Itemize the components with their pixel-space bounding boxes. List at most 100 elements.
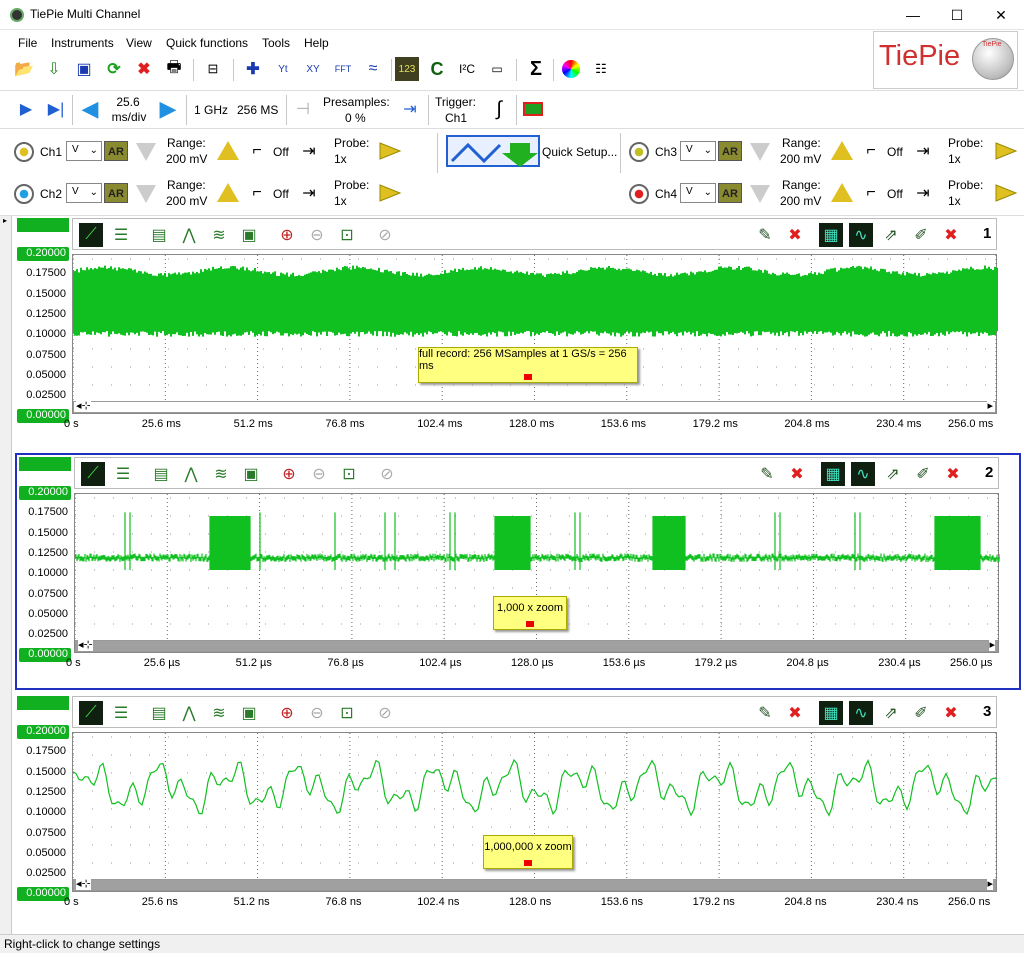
measure-icon[interactable]: ⋀ xyxy=(179,462,203,486)
channel-legend-icon[interactable]: ▦ xyxy=(821,462,845,486)
eraser-icon[interactable]: ✐ xyxy=(909,223,933,247)
zoom-fit-icon[interactable]: ⊡ xyxy=(337,462,361,486)
scope-panel-2[interactable]: ⟋ ☰ ▤ ⋀ ≋ ▣ ⊕ ⊖ ⊡ ⊘ ✎ ✖ ▦ ∿ ⇗ ✐ ✖ 2 1,000 x zoom ◂⊹ ▸ 0.20000… xyxy=(15,453,1021,690)
cursor-add-icon[interactable]: ✚ xyxy=(241,57,265,81)
refresh-icon[interactable]: ⟳ xyxy=(102,57,126,81)
menu-instruments[interactable]: Instruments xyxy=(51,36,114,50)
timebase-decrease-icon[interactable]: ◀ xyxy=(78,97,102,121)
waveform-icon[interactable]: ∿ xyxy=(851,462,875,486)
single-shot-icon[interactable]: ▶| xyxy=(44,97,68,121)
clear-comments-icon[interactable]: ✖ xyxy=(783,701,807,725)
presamples-increase-icon[interactable]: ⇥ xyxy=(398,97,422,121)
ch2-probe-icon[interactable] xyxy=(378,183,402,203)
yt-graph-icon[interactable]: ⟋ xyxy=(79,223,103,247)
export-icon[interactable]: ⇗ xyxy=(879,701,903,725)
scroll-left-icon[interactable]: ◂⊹ xyxy=(76,399,91,412)
zoom-fit-icon[interactable]: ⊡ xyxy=(335,701,359,725)
zoom-in-icon[interactable]: ⊕ xyxy=(275,223,299,247)
envelope-icon[interactable]: ≋ xyxy=(207,701,231,725)
ch1-filter-icon[interactable]: ⌐ xyxy=(245,139,269,163)
trigger-settings-icon[interactable] xyxy=(521,97,545,121)
waveform-icon[interactable]: ∿ xyxy=(849,701,873,725)
box-icon[interactable]: ▣ xyxy=(239,462,263,486)
ch1-probe-icon[interactable] xyxy=(378,141,402,161)
zoom-out-icon[interactable]: ⊖ xyxy=(307,462,331,486)
ch4-probe-icon[interactable] xyxy=(994,183,1018,203)
ch3-range-down-icon[interactable] xyxy=(750,143,770,161)
ch1-coupling-dropdown[interactable]: V ⌄ xyxy=(66,141,102,161)
zoom-out-icon[interactable]: ⊖ xyxy=(305,223,329,247)
close-button[interactable]: ✕ xyxy=(978,0,1024,30)
print-icon[interactable]: 🖶 xyxy=(162,57,186,81)
ch1-autorange[interactable]: AR xyxy=(104,141,128,161)
timebase-increase-icon[interactable]: ▶ xyxy=(156,97,180,121)
yt-graph-icon[interactable]: ⟋ xyxy=(79,701,103,725)
scope-panel-3[interactable]: ⟋ ☰ ▤ ⋀ ≋ ▣ ⊕ ⊖ ⊡ ⊘ ✎ ✖ ▦ ∿ ⇗ ✐ ✖ 3 1,000,000 x zoom ◂⊹ ▸ 0.2… xyxy=(15,694,1021,930)
scope-panel-1[interactable]: ⟋ ☰ ▤ ⋀ ≋ ▣ ⊕ ⊖ ⊡ ⊘ ✎ ✖ ▦ ∿ ⇗ ✐ ✖ 1 full record: 256 MSamp… xyxy=(15,216,1021,451)
trigger-source[interactable]: Ch1 xyxy=(445,111,467,125)
xy-scope-icon[interactable]: XY xyxy=(301,57,325,81)
maximize-button[interactable]: ☐ xyxy=(934,0,980,30)
ch4-icon[interactable] xyxy=(629,184,649,204)
ch4-autorange[interactable]: AR xyxy=(718,183,742,203)
comment-note[interactable]: 1,000,000 x zoom xyxy=(483,835,573,869)
y-axis-channel-marker[interactable] xyxy=(19,457,71,471)
ch4-range-up-icon[interactable] xyxy=(831,183,853,202)
export-icon[interactable]: ⇗ xyxy=(879,223,903,247)
table-icon[interactable]: ▤ xyxy=(149,462,173,486)
ch3-coupling-dropdown[interactable]: V ⌄ xyxy=(680,141,716,161)
y-axis-channel-marker[interactable] xyxy=(17,218,69,232)
ch4-range-down-icon[interactable] xyxy=(750,185,770,203)
ch3-filter-icon[interactable]: ⌐ xyxy=(859,139,883,163)
yt-graph-icon[interactable]: ⟋ xyxy=(81,462,105,486)
record-length[interactable]: 256 MS xyxy=(237,103,278,117)
ch3-name[interactable]: Ch3 xyxy=(655,145,677,159)
eraser-icon[interactable]: ✐ xyxy=(909,701,933,725)
ch1-range-down-icon[interactable] xyxy=(136,143,156,161)
table-icon[interactable]: ▤ xyxy=(147,223,171,247)
settings-list-icon[interactable]: ☷ xyxy=(589,57,613,81)
x-axis[interactable]: 0 s 25.6 ms 51.2 ms 76.8 ms 102.4 ms 128.0 ms… xyxy=(15,418,965,436)
channels-list-icon[interactable]: ☰ xyxy=(109,223,133,247)
c-icon[interactable]: C xyxy=(425,57,449,81)
y-axis-channel-marker[interactable] xyxy=(17,696,69,710)
export-icon[interactable]: ⇗ xyxy=(881,462,905,486)
clear-comments-icon[interactable]: ✖ xyxy=(785,462,809,486)
measure-icon[interactable]: ⋀ xyxy=(177,223,201,247)
open-folder-icon[interactable]: 📂 xyxy=(12,57,36,81)
plot-area[interactable]: full record: 256 MSamples at 1 GS/s = 25… xyxy=(72,254,997,414)
menu-help[interactable]: Help xyxy=(304,36,329,50)
ch1-filter-toggle-icon[interactable]: ⇥ xyxy=(297,139,321,163)
run-icon[interactable]: ▶ xyxy=(14,97,38,121)
y-axis[interactable]: 0.20000 0.17500 0.15000 0.12500 0.10000 0.075… xyxy=(15,216,71,451)
close-panel-icon[interactable]: ✖ xyxy=(939,223,963,247)
save-icon[interactable]: ▣ xyxy=(72,57,96,81)
comment-note[interactable]: 1,000 x zoom xyxy=(493,596,567,630)
hide-icon[interactable]: ⊘ xyxy=(373,223,397,247)
eraser-icon[interactable]: ✐ xyxy=(911,462,935,486)
left-collapse-strip[interactable]: ▸ xyxy=(0,216,12,934)
presamples-decrease-icon[interactable]: ⊣ xyxy=(291,97,315,121)
ch4-coupling-dropdown[interactable]: V ⌄ xyxy=(680,183,716,203)
x-axis[interactable]: 0 s 25.6 µs 51.2 µs 76.8 µs 102.4 µs 128.0 µs… xyxy=(17,657,967,675)
ch4-filter-toggle-icon[interactable]: ⇥ xyxy=(911,181,935,205)
hide-icon[interactable]: ⊘ xyxy=(373,701,397,725)
menu-quick-functions[interactable]: Quick functions xyxy=(166,36,248,50)
scroll-right-icon[interactable]: ▸ xyxy=(989,638,995,651)
meter-icon[interactable]: 123 xyxy=(395,57,419,81)
horizontal-scrollbar[interactable]: ◂⊹ ▸ xyxy=(75,640,998,652)
ch1-range-up-icon[interactable] xyxy=(217,141,239,160)
recorder-icon[interactable]: ≈ xyxy=(361,57,385,81)
menu-file[interactable]: File xyxy=(18,36,37,50)
plot-area[interactable]: 1,000,000 x zoom ◂⊹ ▸ xyxy=(72,732,997,892)
trigger-slope-icon[interactable]: ∫ xyxy=(487,97,511,121)
clear-comments-icon[interactable]: ✖ xyxy=(783,223,807,247)
import-icon[interactable]: ⇩ xyxy=(42,57,66,81)
color-palette-icon[interactable] xyxy=(559,57,583,81)
quick-setup-label[interactable]: Quick Setup... xyxy=(542,145,617,159)
waveform-icon[interactable]: ∿ xyxy=(849,223,873,247)
i2c-icon[interactable]: I²C xyxy=(455,57,479,81)
comment-note[interactable]: full record: 256 MSamples at 1 GS/s = 25… xyxy=(418,347,638,383)
delete-icon[interactable]: ✖ xyxy=(132,57,156,81)
channel-legend-icon[interactable]: ▦ xyxy=(819,701,843,725)
